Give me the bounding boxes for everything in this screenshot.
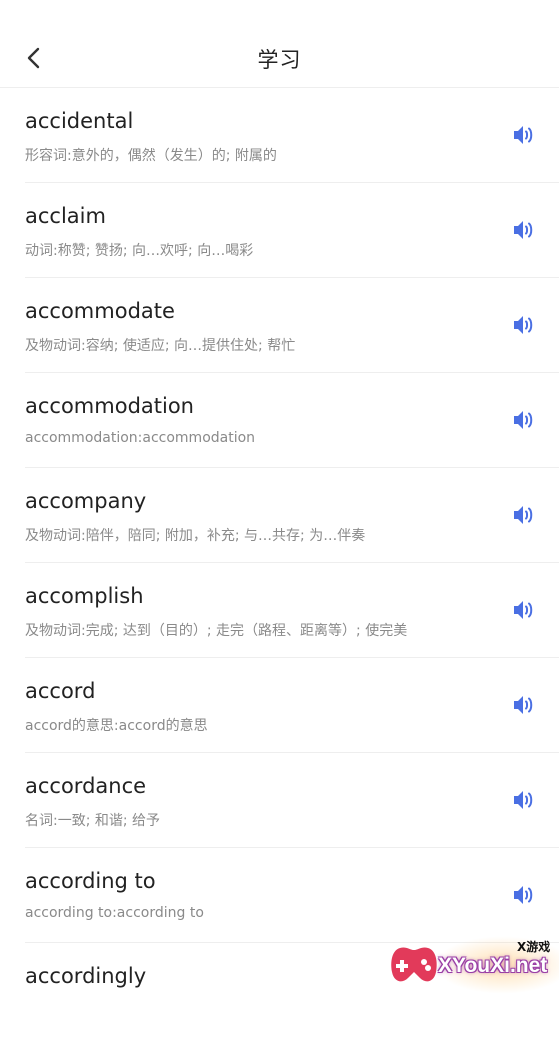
word-definition: 名词:一致; 和谐; 给予 <box>25 813 161 829</box>
word-text: accidental <box>25 109 134 133</box>
word-text: accompany <box>25 489 147 513</box>
word-definition: 动词:称赞; 赞扬; 向…欢呼; 向…喝彩 <box>25 243 254 259</box>
speaker-icon <box>514 601 533 619</box>
speaker-icon <box>514 791 533 809</box>
word-text: accommodation <box>25 394 194 418</box>
word-definition: 及物动词:陪伴，陪同; 附加，补充; 与…共存; 为…伴奏 <box>25 528 366 544</box>
word-row[interactable]: acclaim 动词:称赞; 赞扬; 向…欢呼; 向…喝彩 <box>0 183 559 278</box>
word-definition: accord的意思:accord的意思 <box>25 718 208 734</box>
speaker-icon <box>514 221 533 239</box>
speaker-icon <box>514 886 533 904</box>
word-text: accord <box>25 679 96 703</box>
header-bar: 学习 <box>0 0 559 88</box>
speaker-button[interactable] <box>513 884 537 906</box>
speaker-icon <box>514 506 533 524</box>
word-row[interactable]: accommodation accommodation:accommodatio… <box>0 373 559 468</box>
speaker-button[interactable] <box>513 789 537 811</box>
word-row[interactable]: accordance 名词:一致; 和谐; 给予 <box>0 753 559 848</box>
speaker-icon <box>514 316 533 334</box>
word-definition: according to:according to <box>25 905 204 921</box>
speaker-icon <box>514 126 533 144</box>
speaker-button[interactable] <box>513 314 537 336</box>
word-definition: 及物动词:容纳; 使适应; 向…提供住处; 帮忙 <box>25 338 296 354</box>
gamepad-logo-icon <box>391 947 437 982</box>
word-list: accidental 形容词:意外的，偶然（发生）的; 附属的 acclaim … <box>0 88 559 1038</box>
speaker-button[interactable] <box>513 694 537 716</box>
word-row[interactable]: accord accord的意思:accord的意思 <box>0 658 559 753</box>
speaker-icon <box>514 696 533 714</box>
word-text: accordance <box>25 774 147 798</box>
speaker-button[interactable] <box>513 409 537 431</box>
word-text: according to <box>25 869 156 893</box>
watermark-small-text: X游戏 <box>517 940 551 954</box>
word-definition: accommodation:accommodation <box>25 430 256 446</box>
word-row[interactable]: accidental 形容词:意外的，偶然（发生）的; 附属的 <box>0 88 559 183</box>
word-text: acclaim <box>25 204 106 228</box>
speaker-button[interactable] <box>513 124 537 146</box>
watermark-text: XYouXi.net <box>438 954 548 977</box>
word-text: accommodate <box>25 299 175 323</box>
speaker-button[interactable] <box>513 504 537 526</box>
speaker-button[interactable] <box>513 599 537 621</box>
word-row[interactable]: according to according to:according to <box>0 848 559 943</box>
speaker-icon <box>514 411 533 429</box>
word-row[interactable]: accommodate 及物动词:容纳; 使适应; 向…提供住处; 帮忙 <box>0 278 559 373</box>
word-definition: 及物动词:完成; 达到（目的）; 走完（路程、距离等）; 使完美 <box>25 623 408 639</box>
word-text: accordingly <box>25 964 147 988</box>
word-row[interactable]: accompany 及物动词:陪伴，陪同; 附加，补充; 与…共存; 为…伴奏 <box>0 468 559 563</box>
word-text: accomplish <box>25 584 144 608</box>
page-title: 学习 <box>257 48 302 72</box>
speaker-button[interactable] <box>513 219 537 241</box>
word-definition: 形容词:意外的，偶然（发生）的; 附属的 <box>25 148 277 164</box>
word-row[interactable]: accomplish 及物动词:完成; 达到（目的）; 走完（路程、距离等）; … <box>0 563 559 658</box>
